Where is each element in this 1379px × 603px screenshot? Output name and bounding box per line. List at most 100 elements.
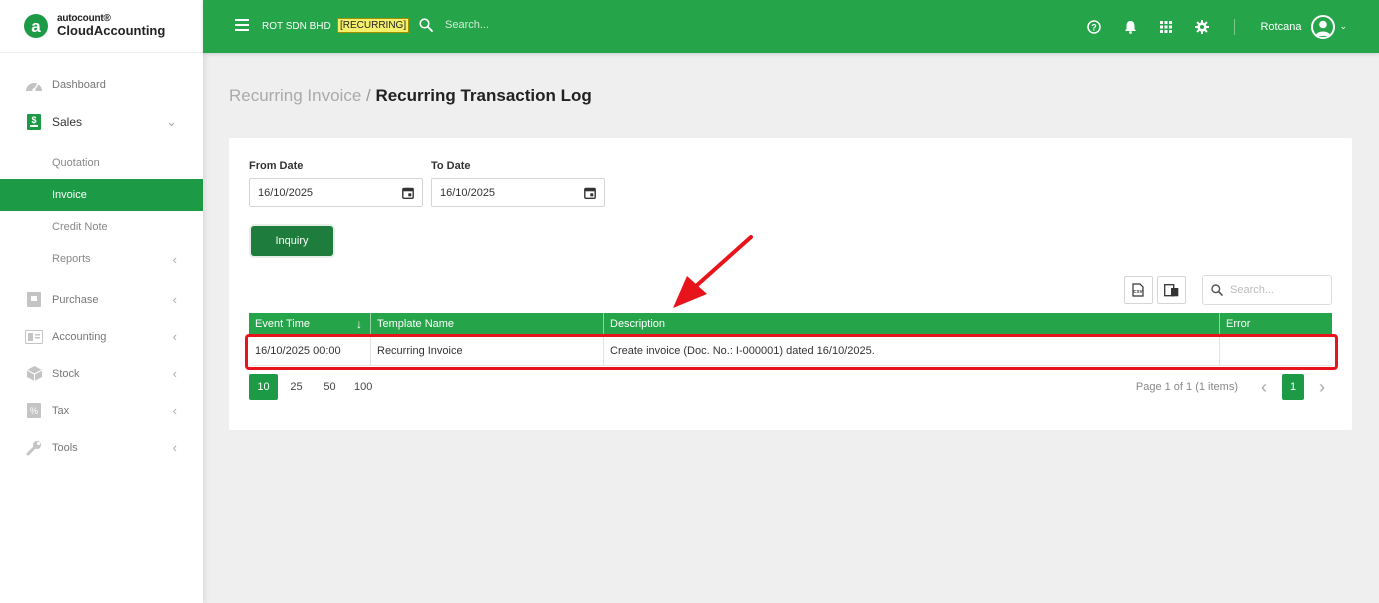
sidebar-item-tools[interactable]: Tools ‹ (0, 429, 203, 466)
sidebar-item-label: Purchase (52, 293, 99, 306)
sidebar-item-tax[interactable]: % Tax ‹ (0, 392, 203, 429)
recurring-badge: [RECURRING] (337, 18, 410, 33)
from-date-value: 16/10/2025 (258, 186, 314, 199)
column-header-label: Event Time (255, 318, 311, 330)
sidebar-item-dashboard[interactable]: Dashboard (0, 66, 203, 103)
column-header-label: Description (610, 318, 666, 330)
global-search-placeholder: Search... (445, 19, 490, 31)
stock-icon (25, 366, 43, 382)
sidebar-item-accounting[interactable]: Accounting ‹ (0, 318, 203, 355)
sidebar-subitem-label: Reports (52, 253, 91, 265)
chevron-left-icon: ‹ (172, 403, 177, 418)
column-header-event-time[interactable]: Event Time ↓ (249, 313, 371, 335)
menu-icon[interactable] (235, 19, 249, 31)
column-header-template-name[interactable]: Template Name (371, 313, 604, 335)
sidebar-subitem-invoice[interactable]: Invoice (0, 179, 203, 211)
wrench-icon (25, 440, 43, 456)
purchase-icon (25, 292, 43, 308)
grid-search-input[interactable]: Search... (1202, 275, 1332, 305)
page-size-selector: 10 25 50 100 (249, 374, 382, 400)
tax-icon: % (25, 403, 43, 419)
brand-logo[interactable]: a autocount® CloudAccounting (0, 0, 203, 53)
chevron-down-icon: ⌄ (166, 113, 177, 129)
sidebar-subitem-label: Credit Note (52, 221, 108, 233)
search-icon (419, 18, 433, 32)
top-icons: ? Rotcana ⌄ (1066, 0, 1347, 53)
sidebar-item-sales[interactable]: $ Sales ⌄ (0, 103, 203, 140)
chevron-left-icon: ‹ (172, 366, 177, 381)
to-date-field[interactable]: 16/10/2025 (431, 178, 605, 207)
calendar-icon[interactable] (402, 187, 414, 199)
page-size-100[interactable]: 100 (348, 374, 378, 400)
grid-header: Event Time ↓ Template Name Description E… (249, 313, 1332, 335)
breadcrumb-separator: / (361, 86, 376, 105)
sales-icon: $ (25, 113, 43, 130)
grid-search-placeholder: Search... (1230, 284, 1275, 296)
apps-grid-icon[interactable] (1158, 19, 1174, 35)
accounting-icon (25, 329, 43, 345)
topbar-divider (1234, 18, 1236, 35)
top-bar: ROT SDN BHD [RECURRING] Search... ? Rotc… (203, 0, 1379, 53)
sidebar-subitem-quotation[interactable]: Quotation (0, 147, 203, 179)
sidebar-item-purchase[interactable]: Purchase ‹ (0, 281, 203, 318)
username[interactable]: Rotcana (1260, 21, 1301, 33)
dashboard-icon (25, 77, 43, 93)
page-number-button[interactable]: 1 (1282, 374, 1304, 400)
sidebar-nav: Dashboard $ Sales ⌄ Quotation Invoice Cr… (0, 66, 203, 466)
column-chooser-button[interactable] (1157, 276, 1186, 304)
column-header-label: Error (1226, 318, 1251, 330)
sidebar-item-label: Tools (52, 441, 78, 454)
global-search[interactable]: Search... (419, 18, 489, 32)
svg-text:?: ? (1092, 22, 1098, 32)
sidebar-subitem-label: Quotation (52, 157, 100, 169)
svg-text:CSV: CSV (1133, 289, 1142, 294)
calendar-icon[interactable] (584, 187, 596, 199)
sidebar-item-label: Accounting (52, 330, 107, 343)
sidebar-item-stock[interactable]: Stock ‹ (0, 355, 203, 392)
column-header-error[interactable]: Error (1220, 313, 1332, 335)
from-date-field[interactable]: 16/10/2025 (249, 178, 423, 207)
svg-text:$: $ (31, 115, 36, 125)
page-size-50[interactable]: 50 (315, 374, 344, 400)
logo-text: autocount® CloudAccounting (57, 13, 166, 39)
chevron-down-icon[interactable]: ⌄ (1339, 21, 1347, 32)
cell-description: Create invoice (Doc. No.: I-000001) date… (604, 335, 1220, 366)
sidebar-subitem-credit-note[interactable]: Credit Note (0, 211, 203, 243)
bell-icon[interactable] (1122, 19, 1138, 35)
logo-line2: CloudAccounting (57, 23, 166, 39)
column-chooser-icon (1164, 283, 1179, 296)
company-name: ROT SDN BHD (262, 21, 331, 32)
export-csv-icon: CSV (1132, 283, 1144, 297)
svg-text:%: % (30, 406, 38, 416)
table-row[interactable]: 16/10/2025 00:00 Recurring Invoice Creat… (249, 335, 1332, 366)
logo-mark-icon: a (24, 14, 48, 38)
export-csv-button[interactable]: CSV (1124, 276, 1153, 304)
sidebar-item-label: Stock (52, 367, 80, 380)
page-size-25[interactable]: 25 (282, 374, 311, 400)
sidebar-subitem-reports[interactable]: Reports ‹ (0, 243, 203, 275)
sidebar: a autocount® CloudAccounting Dashboard $… (0, 0, 203, 603)
column-header-description[interactable]: Description (604, 313, 1220, 335)
sidebar-item-label: Tax (52, 404, 70, 417)
gear-icon[interactable] (1194, 19, 1210, 35)
from-date-label: From Date (249, 160, 304, 172)
chevron-left-icon: ‹ (172, 440, 177, 455)
search-icon (1211, 284, 1223, 296)
inquiry-button[interactable]: Inquiry (251, 226, 333, 256)
sidebar-subitem-label: Invoice (52, 189, 87, 201)
sidebar-item-label: Dashboard (52, 78, 106, 91)
avatar[interactable] (1311, 14, 1336, 39)
pagination: Page 1 of 1 (1 items) ‹ 1 › (1136, 374, 1332, 400)
help-icon[interactable]: ? (1086, 19, 1102, 35)
cell-error (1220, 335, 1332, 366)
prev-page-icon[interactable]: ‹ (1254, 377, 1274, 398)
next-page-icon[interactable]: › (1312, 377, 1332, 398)
breadcrumb-parent[interactable]: Recurring Invoice (229, 86, 361, 105)
breadcrumb: Recurring Invoice / Recurring Transactio… (229, 86, 592, 106)
cell-template-name: Recurring Invoice (371, 335, 604, 366)
sort-descending-icon: ↓ (356, 317, 362, 331)
page-size-10[interactable]: 10 (249, 374, 278, 400)
to-date-label: To Date (431, 160, 471, 172)
column-header-label: Template Name (377, 318, 455, 330)
log-card: From Date 16/10/2025 To Date 16/10/2025 … (229, 138, 1352, 430)
